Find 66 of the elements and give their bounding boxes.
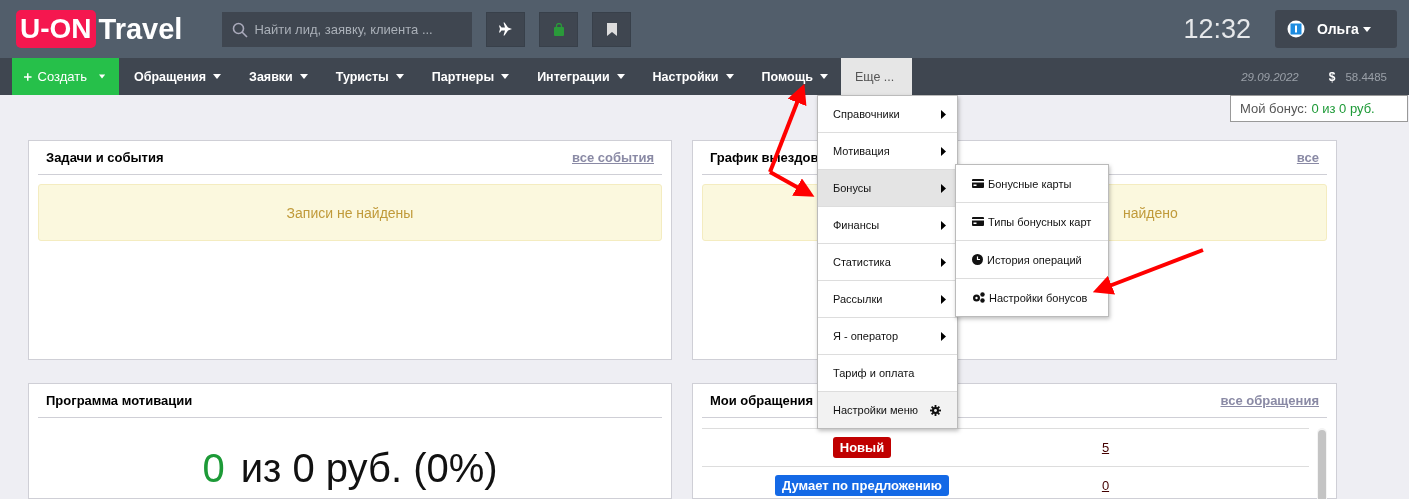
clock-icon <box>972 254 983 265</box>
menu-item[interactable]: Я - оператор <box>818 318 957 355</box>
exchange-rate: 58.4485 <box>1345 70 1387 83</box>
submenu-item[interactable]: Настройки бонусов <box>956 279 1108 316</box>
submenu-arrow-icon <box>941 220 946 230</box>
caret-icon <box>501 74 510 79</box>
submenu-arrow-icon <box>941 109 946 119</box>
count-link[interactable]: 5 <box>1101 440 1110 455</box>
bag-button[interactable] <box>539 11 579 47</box>
caret-icon <box>395 74 404 79</box>
help-icon <box>1287 20 1305 38</box>
logo-badge: U-ON <box>16 10 96 48</box>
caret-icon <box>98 74 105 79</box>
nav-menu-item[interactable]: Еще ... <box>840 58 913 95</box>
gears-icon <box>972 292 985 303</box>
submenu-arrow-icon <box>941 257 946 267</box>
caret-icon <box>299 74 308 79</box>
clock-time: 12:32 <box>1183 13 1251 45</box>
caret-icon <box>616 74 625 79</box>
menu-item[interactable]: Справочники <box>818 96 957 133</box>
bookmark-icon <box>606 22 617 36</box>
menu-item[interactable]: Бонусы <box>818 170 957 207</box>
panel-title: Мои обращения <box>710 393 814 408</box>
empty-notice: Записи не найдены <box>38 184 662 241</box>
bonus-value: 0 из 0 руб. <box>1311 101 1375 116</box>
plus-icon <box>24 71 32 82</box>
nav-menu-item[interactable]: Обращения <box>119 58 235 95</box>
airplane-button[interactable] <box>486 11 526 47</box>
nav-menu-item[interactable]: Настройки <box>637 58 747 95</box>
submenu-arrow-icon <box>941 331 946 341</box>
current-date: 29.09.2022 <box>1241 70 1299 83</box>
logo-text: Travel <box>98 12 183 46</box>
caret-icon <box>1362 26 1371 32</box>
nav-menu-item[interactable]: Интеграции <box>522 58 638 95</box>
settings-icon <box>930 404 941 416</box>
nav-menu-item[interactable]: Заявки <box>234 58 321 95</box>
card-icon <box>972 179 984 188</box>
bag-icon <box>552 22 565 36</box>
nav-menu-item[interactable]: Помощь <box>746 58 841 95</box>
submenu-arrow-icon <box>941 183 946 193</box>
motivation-total: из 0 руб. (0%) <box>240 446 498 491</box>
caret-icon <box>819 74 828 79</box>
status-badge: Новый <box>832 437 892 458</box>
card-icon <box>972 217 984 226</box>
motivation-amount: 0 <box>202 446 225 491</box>
status-badge: Думает по предложению <box>775 475 949 496</box>
menu-item[interactable]: Настройки меню <box>818 392 957 428</box>
submenu-item[interactable]: Бонусные карты <box>956 165 1108 203</box>
scrollbar[interactable] <box>1317 428 1327 499</box>
nav-menu-item[interactable]: Туристы <box>320 58 417 95</box>
search-field[interactable]: Найти лид, заявку, клиента ... <box>222 11 473 47</box>
panel-title: Задачи и события <box>46 150 164 165</box>
submenu-item[interactable]: История операций <box>956 241 1108 279</box>
caret-icon <box>725 74 734 79</box>
submenu-arrow-icon <box>941 294 946 304</box>
submenu-arrow-icon <box>941 146 946 156</box>
nav-menu-item[interactable]: Партнеры <box>416 58 523 95</box>
count-link[interactable]: 0 <box>1101 478 1110 493</box>
panel-title: Программа мотивации <box>46 393 193 408</box>
bookmark-button[interactable] <box>592 11 632 47</box>
currency-symbol: $ <box>1328 69 1336 84</box>
airplane-icon <box>498 22 513 36</box>
submenu-item[interactable]: Типы бонусных карт <box>956 203 1108 241</box>
user-menu-button[interactable]: Ольга <box>1275 10 1397 48</box>
caret-icon <box>213 74 222 79</box>
bonus-label: Мой бонус: <box>1240 101 1308 116</box>
